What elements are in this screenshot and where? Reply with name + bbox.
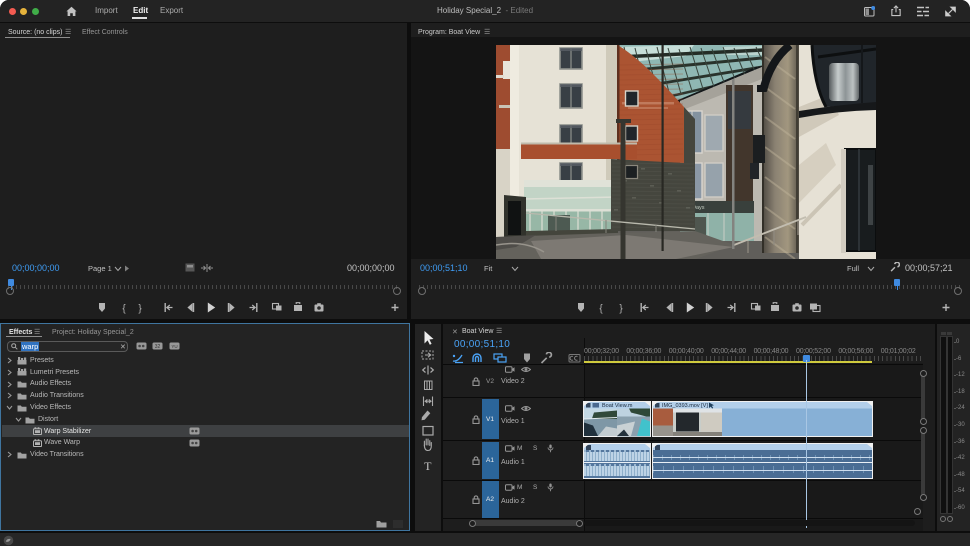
svg-text:Boat View.m: Boat View.m bbox=[602, 403, 633, 409]
svg-text:T: T bbox=[424, 459, 432, 473]
svg-text:32: 32 bbox=[155, 344, 161, 350]
svg-text:}: } bbox=[138, 303, 142, 314]
svg-text:IMG_0393.mov [V]: IMG_0393.mov [V] bbox=[662, 403, 708, 409]
svg-text:{: { bbox=[122, 303, 126, 314]
svg-text:{: { bbox=[599, 303, 603, 314]
svg-text:}: } bbox=[619, 303, 623, 314]
svg-text:YU: YU bbox=[171, 344, 177, 349]
